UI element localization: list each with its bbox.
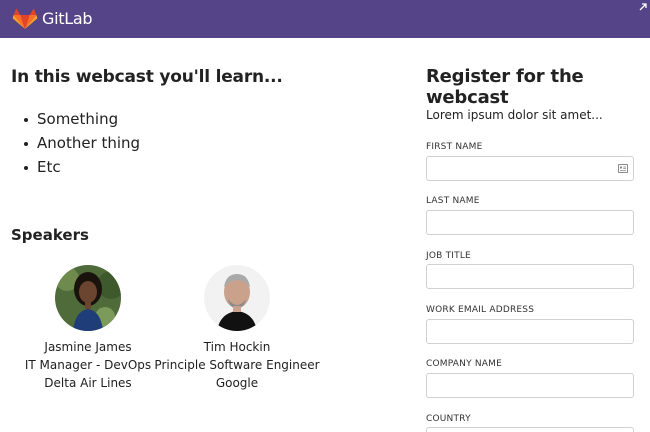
speakers-heading: Speakers [11, 226, 89, 244]
speaker-name: Tim Hockin [203, 340, 271, 354]
speaker-title: IT Manager - DevOps [24, 358, 152, 372]
job-title-field[interactable] [426, 264, 634, 289]
speaker-photo [204, 265, 270, 331]
speaker-card: Jasmine James IT Manager - DevOps Delta … [3, 265, 173, 392]
work-email-field[interactable] [426, 319, 634, 344]
country-label: COUNTRY [426, 414, 471, 424]
speaker-company: Google [215, 376, 259, 390]
last-name-field[interactable] [426, 210, 634, 235]
brand-name[interactable]: GitLab [42, 9, 93, 28]
last-name-label: LAST NAME [426, 196, 480, 206]
speaker-title: Principle Software Engineer [154, 358, 320, 372]
top-navigation-bar: GitLab [0, 0, 650, 38]
contact-card-icon[interactable] [618, 164, 628, 173]
speaker-photo [55, 265, 121, 331]
learn-list-item: Etc [24, 156, 140, 180]
speaker-card: Tim Hockin Principle Software Engineer G… [152, 265, 322, 392]
company-name-label: COMPANY NAME [426, 359, 502, 369]
learn-list-item: Another thing [24, 132, 140, 156]
learn-heading: In this webcast you'll learn... [11, 67, 283, 87]
country-select[interactable] [426, 427, 634, 432]
external-link-icon[interactable] [639, 3, 647, 11]
form-intro: Lorem ipsum dolor sit amet... [426, 108, 603, 122]
form-title: Register for the webcast [426, 66, 584, 108]
speaker-name: Jasmine James [44, 340, 132, 354]
speaker-company: Delta Air Lines [44, 376, 132, 390]
work-email-label: WORK EMAIL ADDRESS [426, 305, 535, 315]
first-name-label: FIRST NAME [426, 142, 483, 152]
company-name-field[interactable] [426, 373, 634, 398]
gitlab-logo-icon[interactable] [12, 8, 38, 30]
learn-list: Something Another thing Etc [24, 108, 140, 180]
first-name-field[interactable] [426, 156, 634, 181]
job-title-label: JOB TITLE [426, 251, 471, 261]
learn-list-item: Something [24, 108, 140, 132]
